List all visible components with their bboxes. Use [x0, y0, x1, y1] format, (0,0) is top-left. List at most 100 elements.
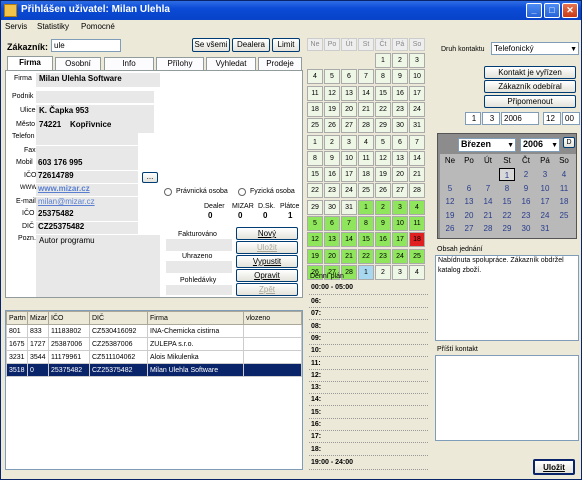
calendar-day[interactable]: 15 — [358, 232, 374, 248]
tab-prodeje[interactable]: Prodeje — [258, 57, 302, 70]
today-button[interactable]: D — [563, 137, 575, 148]
table-row[interactable]: 1675 1727 25387006 CZ25387006 ZULEPA s.r.o. — [6, 337, 302, 351]
calendar-day[interactable]: 25 — [409, 248, 425, 264]
picker-day[interactable]: 1 — [499, 168, 515, 181]
tab-osobni[interactable]: Osobní — [55, 57, 101, 70]
close-icon[interactable]: ✕ — [562, 3, 578, 18]
col-vlozeno[interactable]: vlozeno — [243, 311, 302, 325]
schedule-hour[interactable]: 16: — [309, 419, 428, 431]
calendar-day[interactable]: 25 — [358, 183, 374, 199]
calendar-day[interactable]: 20 — [341, 101, 357, 117]
picker-day[interactable]: 27 — [461, 222, 477, 235]
calendar-day[interactable]: 13 — [392, 150, 408, 166]
maximize-icon[interactable]: □ — [544, 3, 560, 18]
calendar-day[interactable]: 16 — [392, 85, 408, 101]
www-link[interactable]: www.mizar.cz — [38, 184, 90, 193]
mesto-value[interactable]: Kopřivnice — [70, 120, 111, 129]
calendar-day[interactable]: 1 — [375, 53, 391, 68]
col-mizar[interactable]: Mizar — [27, 311, 49, 325]
remind-month[interactable]: 3 — [482, 112, 500, 125]
back-button[interactable]: Zpět — [236, 283, 298, 296]
all-button[interactable]: Se všemi — [192, 38, 230, 52]
calendar-day[interactable]: 5 — [375, 134, 391, 150]
calendar-day[interactable]: 20 — [392, 167, 408, 183]
chevron-down-icon[interactable]: ▼ — [570, 44, 577, 55]
calendar-day[interactable]: 24 — [341, 183, 357, 199]
calendar-day[interactable]: 7 — [358, 69, 374, 85]
calendar-day[interactable]: 10 — [341, 150, 357, 166]
calendar-day[interactable]: 31 — [341, 199, 357, 215]
remind-day[interactable]: 1 — [465, 112, 481, 125]
picker-day[interactable]: 5 — [442, 182, 458, 195]
calendar-day[interactable]: 13 — [341, 85, 357, 101]
calendar-day[interactable]: 11 — [307, 85, 323, 101]
calendar-day[interactable]: 7 — [409, 134, 425, 150]
picker-day[interactable]: 25 — [556, 209, 572, 222]
remind-year[interactable]: 2006 — [501, 112, 539, 125]
psc-value[interactable]: 74221 — [39, 120, 61, 129]
new-button[interactable]: Nový — [236, 227, 298, 240]
calendar-day[interactable]: 26 — [324, 118, 340, 134]
firma-value[interactable]: Milan Ulehla Software — [39, 74, 122, 83]
picker-day[interactable]: 4 — [556, 168, 572, 181]
calendar-day[interactable]: 14 — [409, 150, 425, 166]
schedule-end[interactable]: 19:00 - 24:00 — [309, 456, 428, 470]
ulice-value[interactable]: K. Čapka 953 — [39, 106, 89, 115]
calendar-day[interactable]: 21 — [341, 248, 357, 264]
year-select[interactable]: 2006 ▼ — [520, 138, 560, 152]
calendar-day[interactable]: 3 — [409, 53, 425, 68]
calendar-day[interactable]: 6 — [392, 134, 408, 150]
calendar-day[interactable]: 1 — [358, 199, 374, 215]
calendar-day[interactable]: 8 — [358, 216, 374, 231]
calendar-day[interactable]: 24 — [392, 248, 408, 264]
picker-day[interactable]: 16 — [518, 195, 534, 208]
calendar-day[interactable]: 11 — [409, 216, 425, 231]
calendar-day[interactable]: 3 — [341, 134, 357, 150]
remind-minute[interactable]: 00 — [562, 112, 580, 125]
calendar-day[interactable]: 17 — [409, 85, 425, 101]
limit-button[interactable]: Limit — [272, 38, 300, 52]
calendar-day[interactable]: 23 — [375, 248, 391, 264]
calendar-day[interactable]: 1 — [307, 134, 323, 150]
picker-day[interactable]: 2 — [518, 168, 534, 181]
schedule-hour[interactable]: 17: — [309, 431, 428, 444]
contact-done-button[interactable]: Kontakt je vyřízen — [484, 66, 576, 79]
calendar-day[interactable]: 2 — [375, 199, 391, 215]
col-firma[interactable]: Firma — [147, 311, 244, 325]
calendar-day[interactable]: 26 — [375, 183, 391, 199]
calendar-day[interactable]: 12 — [375, 150, 391, 166]
calendar-day[interactable]: 4 — [358, 134, 374, 150]
year-chevron-icon[interactable]: ▼ — [551, 140, 558, 151]
calendar-day[interactable]: 1 — [358, 264, 374, 280]
tab-firma[interactable]: Firma — [7, 56, 53, 71]
telefon-field[interactable] — [36, 133, 138, 145]
calendar-day[interactable]: 13 — [324, 232, 340, 248]
uhrazeno-field[interactable] — [166, 261, 232, 273]
calendar-day[interactable]: 8 — [307, 150, 323, 166]
ico-value[interactable]: 72614789 — [38, 171, 74, 180]
calendar-day[interactable]: 19 — [375, 167, 391, 183]
calendar-day[interactable]: 23 — [324, 183, 340, 199]
calendar-day[interactable]: 19 — [324, 101, 340, 117]
minimize-icon[interactable]: _ — [526, 3, 542, 18]
picker-day[interactable]: 9 — [518, 182, 534, 195]
calendar-day[interactable]: 29 — [307, 199, 323, 215]
contact-type-select[interactable]: Telefonický ▼ — [491, 42, 579, 55]
picker-day[interactable]: 22 — [499, 209, 515, 222]
calendar-day[interactable]: 21 — [358, 101, 374, 117]
tab-info[interactable]: Info — [104, 57, 154, 70]
calendar-day[interactable]: 31 — [409, 118, 425, 134]
calendar-day[interactable]: 11 — [358, 150, 374, 166]
calendar-day[interactable]: 5 — [324, 69, 340, 85]
picker-day[interactable]: 21 — [480, 209, 496, 222]
calendar-day[interactable]: 17 — [341, 167, 357, 183]
menu-servis[interactable]: Servis — [5, 22, 27, 31]
menu-pomocne[interactable]: Pomocné — [81, 22, 115, 31]
month-select[interactable]: Březen ▼ — [458, 138, 516, 152]
pozn-value[interactable]: Autor programu — [39, 236, 95, 245]
edit-button[interactable]: Opravit — [236, 269, 298, 282]
calendar-day[interactable]: 23 — [392, 101, 408, 117]
calendar-day[interactable]: 10 — [392, 216, 408, 231]
calendar-day[interactable]: 29 — [375, 118, 391, 134]
submit-save-button[interactable]: Uložit — [533, 459, 575, 475]
